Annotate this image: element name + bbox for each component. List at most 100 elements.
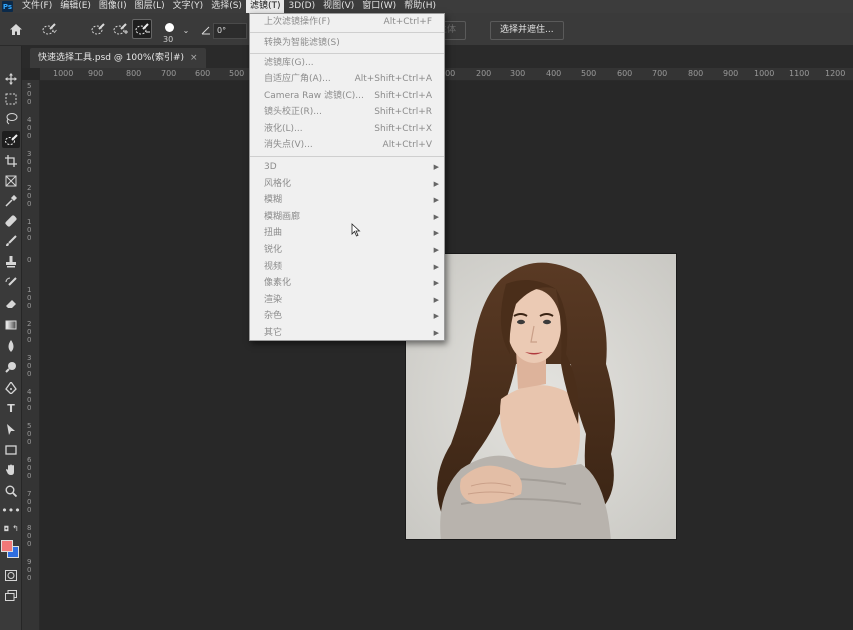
menu-item-blur-gallery[interactable]: 模糊画廊 ▶	[250, 209, 444, 225]
ruler-label: 6 0 0	[27, 456, 32, 480]
frame-tool-icon[interactable]	[2, 172, 20, 189]
angle-input[interactable]: 0°	[213, 23, 247, 39]
menu-item-last-filter[interactable]: 上次滤镜操作(F) Alt+Ctrl+F	[250, 14, 444, 30]
menu-item-label: 模糊画廊	[264, 212, 301, 222]
more-tools-icon[interactable]: •••	[1, 502, 20, 519]
filter-menu-dropdown: 上次滤镜操作(F) Alt+Ctrl+F 转换为智能滤镜(S) 滤镜库(G)...…	[249, 13, 445, 341]
menu-item-label: 转换为智能滤镜(S)	[264, 38, 340, 48]
menu-item-adaptive-wide-angle[interactable]: 自适应广角(A)... Alt+Shift+Ctrl+A	[250, 71, 444, 87]
chevron-down-icon[interactable]: ⌄	[181, 25, 191, 35]
ruler-label: 800	[126, 69, 142, 78]
menu-item-video[interactable]: 视频 ▶	[250, 259, 444, 275]
menu-view[interactable]: 视图(V)	[319, 0, 358, 13]
ruler-label: 8 0 0	[27, 524, 32, 548]
lasso-tool-icon[interactable]	[2, 110, 20, 127]
menu-item-noise[interactable]: 杂色 ▶	[250, 308, 444, 324]
menu-item-shortcut: Alt+Shift+Ctrl+A	[354, 74, 432, 84]
quick-selection-preset-icon[interactable]	[40, 19, 60, 39]
menu-item-filter-gallery[interactable]: 滤镜库(G)...	[250, 55, 444, 71]
document-tab[interactable]: 快速选择工具.psd @ 100%(索引#) ×	[30, 48, 206, 68]
menu-item-lens-correction[interactable]: 镜头校正(R)... Shift+Ctrl+R	[250, 104, 444, 120]
select-and-mask-button[interactable]: 选择并遮住...	[490, 21, 564, 40]
zoom-tool-icon[interactable]	[2, 482, 20, 499]
ruler-label: 200	[476, 69, 492, 78]
document-image[interactable]	[405, 253, 677, 540]
menu-item-shortcut: Shift+Ctrl+R	[374, 107, 432, 117]
mouse-cursor-icon	[351, 223, 361, 240]
menu-item-3d[interactable]: 3D ▶	[250, 159, 444, 175]
quick-selection-tool-icon[interactable]	[2, 131, 20, 148]
type-tool-icon[interactable]: T	[2, 400, 20, 417]
menu-item-camera-raw-filter[interactable]: Camera Raw 滤镜(C)... Shift+Ctrl+A	[250, 88, 444, 104]
menu-item-convert-smart-filters[interactable]: 转换为智能滤镜(S)	[250, 35, 444, 51]
clone-stamp-tool-icon[interactable]	[2, 253, 20, 270]
horizontal-ruler: 1000 900 800 700 600 500 400 300 200 100…	[40, 68, 853, 81]
home-icon[interactable]	[8, 22, 24, 36]
menu-item-render[interactable]: 渲染 ▶	[250, 292, 444, 308]
menu-image[interactable]: 图像(I)	[95, 0, 131, 13]
ruler-label: 800	[688, 69, 704, 78]
menu-3d[interactable]: 3D(D)	[284, 0, 319, 13]
menu-layer[interactable]: 图层(L)	[131, 0, 169, 13]
history-brush-tool-icon[interactable]	[2, 274, 20, 291]
menu-type[interactable]: 文字(Y)	[169, 0, 208, 13]
menu-item-blur[interactable]: 模糊 ▶	[250, 192, 444, 208]
ruler-label: 600	[195, 69, 211, 78]
chevron-right-icon: ▶	[433, 263, 439, 271]
add-to-selection-icon[interactable]	[110, 19, 130, 39]
quick-mask-icon[interactable]	[2, 567, 20, 584]
menu-select[interactable]: 选择(S)	[207, 0, 246, 13]
menu-edit[interactable]: 编辑(E)	[56, 0, 95, 13]
menu-item-distort[interactable]: 扭曲 ▶	[250, 225, 444, 241]
menu-item-pixelate[interactable]: 像素化 ▶	[250, 275, 444, 291]
path-selection-tool-icon[interactable]	[2, 421, 20, 438]
eraser-tool-icon[interactable]	[2, 295, 20, 312]
menu-file[interactable]: 文件(F)	[18, 0, 56, 13]
crop-tool-icon[interactable]	[2, 152, 20, 169]
foreground-color-swatch[interactable]	[1, 540, 13, 552]
marquee-tool-icon[interactable]	[2, 90, 20, 107]
close-icon[interactable]: ×	[190, 53, 198, 63]
photoshop-logo: Ps	[2, 1, 13, 12]
chevron-right-icon: ▶	[433, 163, 439, 171]
hand-tool-icon[interactable]	[2, 461, 20, 478]
ruler-label: 600	[617, 69, 633, 78]
ruler-label: 1000	[53, 69, 74, 78]
menu-item-label: Camera Raw 滤镜(C)...	[264, 91, 364, 101]
gradient-tool-icon[interactable]	[2, 316, 20, 333]
menu-item-stylize[interactable]: 风格化 ▶	[250, 176, 444, 192]
blur-tool-icon[interactable]	[2, 337, 20, 354]
menu-item-liquify[interactable]: 液化(L)... Shift+Ctrl+X	[250, 121, 444, 137]
swap-colors-icon[interactable]: ↰	[11, 520, 20, 537]
menu-item-label: 镜头校正(R)...	[264, 107, 322, 117]
rectangle-tool-icon[interactable]	[2, 441, 20, 458]
menu-help[interactable]: 帮助(H)	[400, 0, 440, 13]
menu-divider	[250, 53, 444, 54]
eyedropper-tool-icon[interactable]	[2, 192, 20, 209]
menu-item-label: 模糊	[264, 195, 283, 205]
ruler-label: 3 0 0	[27, 354, 32, 378]
menu-item-sharpen[interactable]: 锐化 ▶	[250, 242, 444, 258]
default-colors-icon[interactable]: ◘	[2, 520, 11, 537]
new-selection-icon[interactable]	[88, 19, 108, 39]
menu-item-shortcut: Alt+Ctrl+V	[382, 140, 432, 150]
subtract-from-selection-icon[interactable]	[132, 19, 152, 39]
move-tool-icon[interactable]	[2, 70, 20, 87]
dodge-tool-icon[interactable]	[2, 358, 20, 375]
chevron-right-icon: ▶	[433, 312, 439, 320]
screen-mode-icon[interactable]	[2, 587, 20, 604]
brush-tool-icon[interactable]	[2, 232, 20, 249]
menu-filter[interactable]: 滤镜(T)	[245, 0, 285, 13]
menu-divider	[250, 32, 444, 33]
ruler-label: 0	[27, 256, 32, 264]
ruler-label: 500	[581, 69, 597, 78]
chevron-right-icon: ▶	[433, 229, 439, 237]
brush-preview-icon[interactable]	[162, 20, 176, 34]
chevron-right-icon: ▶	[433, 329, 439, 337]
pen-tool-icon[interactable]	[2, 379, 20, 396]
menu-item-other[interactable]: 其它 ▶	[250, 325, 444, 341]
healing-brush-tool-icon[interactable]	[2, 212, 20, 229]
menu-item-vanishing-point[interactable]: 消失点(V)... Alt+Ctrl+V	[250, 137, 444, 153]
ruler-label: 1 0 0	[27, 218, 32, 242]
menu-window[interactable]: 窗口(W)	[358, 0, 400, 13]
